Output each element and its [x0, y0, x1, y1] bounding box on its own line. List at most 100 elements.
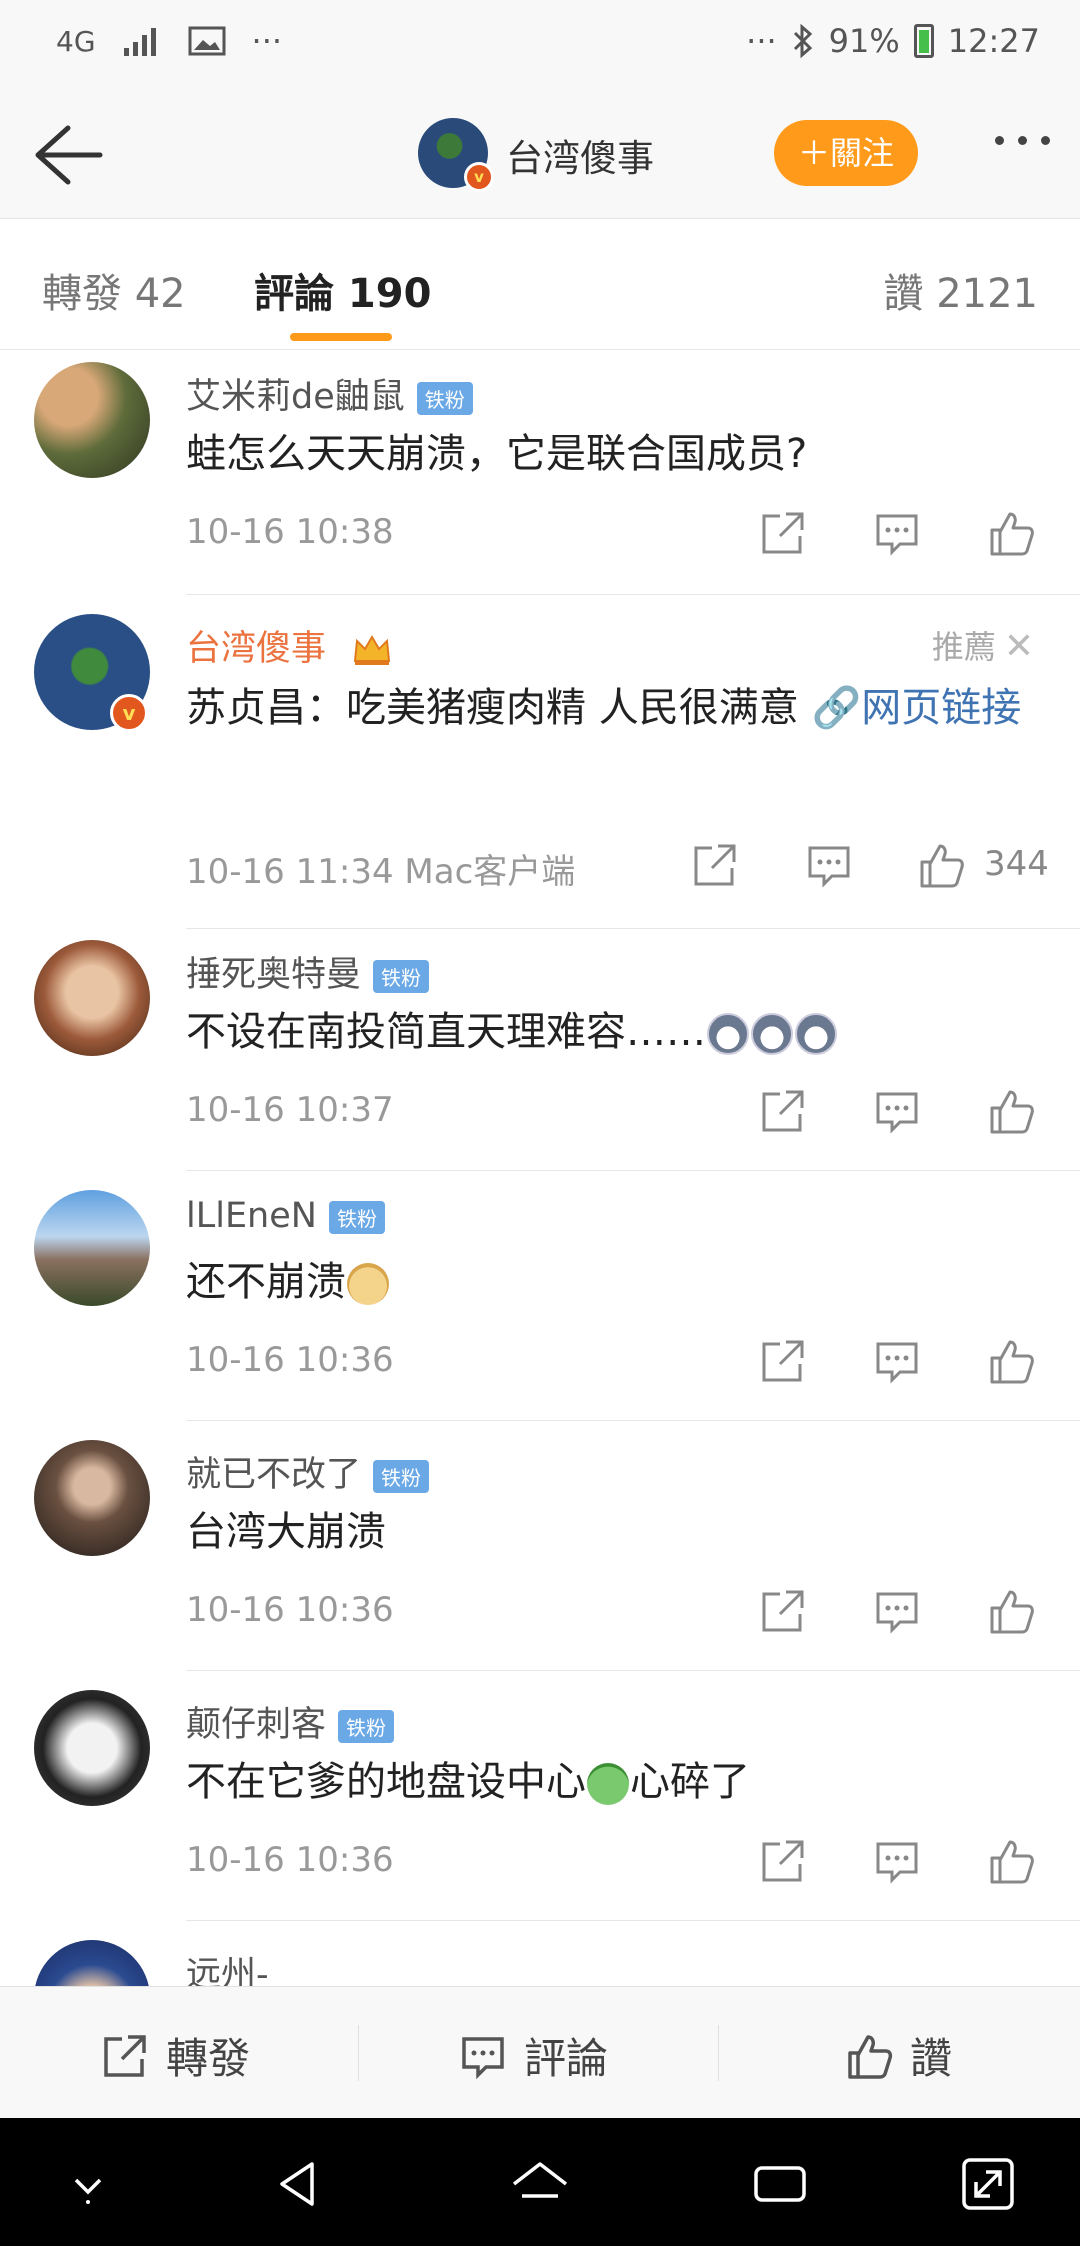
comment-icon[interactable]	[872, 1336, 922, 1386]
comment-text: 蛙怎么天天崩溃，它是联合国成员?	[186, 431, 808, 477]
repost-icon[interactable]	[758, 1586, 808, 1636]
divider	[186, 928, 1080, 929]
status-bar: 4G ··· ··· 91% 12:27	[0, 0, 1080, 92]
comment-body: 不在它爹的地盘设中心	[186, 1759, 586, 1805]
account-name[interactable]: 台湾傻事	[506, 128, 654, 182]
expand-screen-icon[interactable]	[956, 2152, 1020, 2216]
comment-icon[interactable]	[872, 1586, 922, 1636]
recent-apps-icon[interactable]	[748, 2152, 812, 2216]
comment-username[interactable]: 捶死奥特曼 铁粉	[186, 946, 430, 997]
recommend-label: 推薦 ✕	[932, 622, 1034, 668]
like-button[interactable]: 讚	[844, 2025, 952, 2086]
username-text: 艾米莉de鼬鼠	[186, 377, 405, 417]
clock: 12:27	[947, 22, 1040, 60]
comment-username[interactable]: 就已不改了 铁粉	[186, 1446, 430, 1497]
repost-icon[interactable]	[690, 840, 740, 890]
comment-text: 不在它爹的地盘设中心 心碎了	[186, 1752, 1046, 1812]
comment-icon[interactable]	[804, 840, 854, 890]
repost-icon[interactable]	[758, 1086, 808, 1136]
like-icon[interactable]	[986, 508, 1036, 558]
home-icon[interactable]	[508, 2152, 572, 2216]
comment-username[interactable]: lLlEneN 铁粉	[186, 1196, 385, 1236]
repost-icon[interactable]	[758, 1336, 808, 1386]
comment-username[interactable]: 颠仔刺客 铁粉	[186, 1696, 395, 1747]
like-icon[interactable]	[916, 840, 966, 890]
comment-label: 評論	[524, 2034, 609, 2083]
verified-badge-icon: v	[110, 694, 148, 732]
like-icon[interactable]	[986, 1586, 1036, 1636]
bottom-action-bar: 轉發 評論 讚	[0, 1986, 1080, 2119]
comment-time: 10-16 10:36	[186, 1340, 394, 1380]
username-text: lLlEneN	[186, 1196, 317, 1236]
comment-username[interactable]: 台湾傻事	[186, 620, 393, 671]
like-label: 讚	[910, 2034, 953, 2083]
like-count: 344	[984, 844, 1049, 884]
user-avatar[interactable]	[34, 1190, 150, 1306]
system-nav-bar	[0, 2118, 1080, 2246]
username-text: 台湾傻事	[186, 629, 327, 669]
comment-icon	[462, 2036, 504, 2079]
like-icon[interactable]	[986, 1086, 1036, 1136]
fan-badge: 铁粉	[373, 959, 430, 993]
comment-icon[interactable]	[872, 1086, 922, 1136]
notification-dots: ···	[251, 22, 283, 60]
hide-keyboard-icon[interactable]	[56, 2152, 120, 2216]
close-icon[interactable]: ✕	[1004, 626, 1034, 667]
recommend-text: 推薦	[931, 628, 996, 666]
user-avatar[interactable]	[34, 1440, 150, 1556]
comment-body: 苏贞昌：吃美猪瘦肉精 人民很满意	[186, 685, 812, 731]
username-text: 捶死奥特曼	[186, 955, 362, 995]
follow-button[interactable]: ＋關注	[774, 120, 918, 186]
tab-comments[interactable]: 評論 190	[254, 261, 431, 319]
comment-body: 还不崩溃	[186, 1259, 346, 1305]
battery-percent: 91%	[828, 22, 900, 60]
user-avatar[interactable]	[34, 940, 150, 1056]
frog-emoji-icon	[587, 1763, 629, 1805]
husky-emoji-icon	[751, 1013, 793, 1055]
verified-badge-icon: v	[464, 162, 494, 192]
fan-badge: 铁粉	[338, 1709, 395, 1743]
comment-text: 不设在南投简直天理难容……	[186, 1002, 1046, 1062]
repost-icon[interactable]	[758, 508, 808, 558]
crown-icon	[354, 635, 391, 665]
divider	[358, 2025, 359, 2081]
like-icon[interactable]	[986, 1836, 1036, 1886]
gallery-icon	[188, 26, 226, 56]
more-options-icon[interactable]	[995, 136, 1050, 145]
repost-icon	[104, 2034, 146, 2077]
tab-bar: 轉發 42 評論 190 讚 2121	[0, 219, 1080, 350]
header: v 台湾傻事 ＋關注	[0, 92, 1080, 219]
repost-button[interactable]: 轉發	[100, 2025, 250, 2086]
more-status-dots: ···	[746, 22, 777, 60]
fan-badge: 铁粉	[373, 1459, 430, 1493]
divider	[718, 2025, 719, 2081]
username-text: 就已不改了	[186, 1455, 362, 1495]
comment-text: 苏贞昌：吃美猪瘦肉精 人民很满意 🔗网页链接	[186, 678, 1046, 738]
divider	[186, 594, 1080, 595]
doge-emoji-icon	[347, 1263, 389, 1305]
active-tab-indicator	[290, 333, 392, 341]
comment-button[interactable]: 評論	[458, 2025, 608, 2086]
comment-icon[interactable]	[872, 508, 922, 558]
comment-time: 10-16 10:37	[186, 1090, 394, 1130]
comment-time: 10-16 10:36	[186, 1840, 394, 1880]
comment-text: 台湾大崩溃	[186, 1509, 386, 1555]
like-icon[interactable]	[986, 1336, 1036, 1386]
web-link[interactable]: 🔗网页链接	[811, 685, 1021, 731]
user-avatar[interactable]	[34, 1690, 150, 1806]
comment-body-tail: 心碎了	[630, 1759, 750, 1805]
user-avatar[interactable]	[34, 362, 150, 478]
bluetooth-icon	[793, 24, 812, 58]
comment-body: 不设在南投简直天理难容……	[186, 1009, 706, 1055]
tab-repost[interactable]: 轉發 42	[42, 261, 186, 319]
tab-likes[interactable]: 讚 2121	[883, 261, 1038, 319]
divider	[186, 1170, 1080, 1171]
repost-icon[interactable]	[758, 1836, 808, 1886]
like-icon	[848, 2034, 893, 2079]
signal-icon	[123, 28, 156, 56]
network-indicator: 4G	[56, 24, 96, 58]
back-arrow-icon[interactable]	[28, 120, 108, 190]
comment-username[interactable]: 艾米莉de鼬鼠 铁粉	[186, 368, 473, 419]
back-icon[interactable]	[268, 2152, 332, 2216]
comment-icon[interactable]	[872, 1836, 922, 1886]
